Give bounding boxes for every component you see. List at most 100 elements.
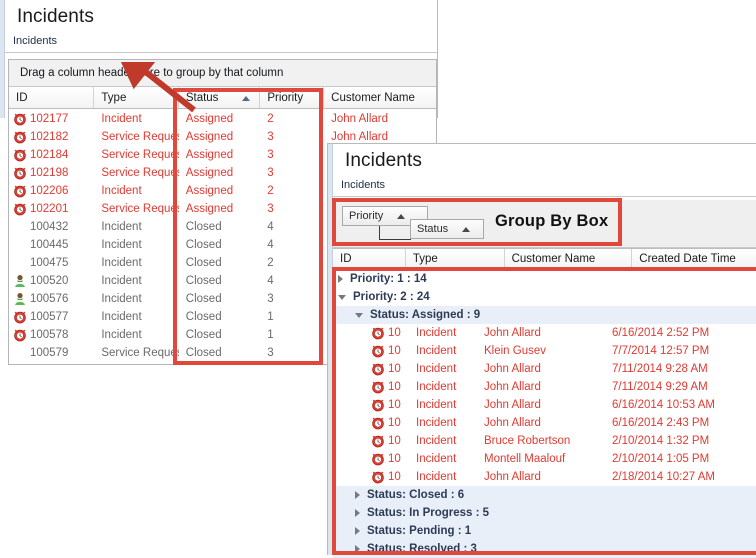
group-header-row[interactable]: Status: Assigned : 9: [333, 306, 756, 324]
cell-type: Incident: [409, 399, 477, 411]
cell-text: 2: [267, 257, 274, 269]
cell-text: 1: [267, 329, 274, 341]
cell-text: 3: [267, 347, 274, 359]
cell-customer: Klein Gusev: [477, 345, 605, 357]
chevron-right-icon[interactable]: [355, 545, 360, 553]
chevron-down-icon[interactable]: [338, 294, 346, 300]
table-row[interactable]: 10 Incident Bruce Robertson 2/10/2014 1:32 …: [333, 432, 756, 450]
no-icon: [13, 220, 27, 234]
clock-icon: [371, 452, 385, 466]
cell-text: Closed: [185, 221, 222, 233]
table-row[interactable]: 10 Incident John Allard 7/11/2014 9:28 AM: [333, 360, 756, 378]
column-header-type[interactable]: Type: [405, 249, 505, 269]
cell-status: Assigned: [179, 113, 260, 125]
chevron-right-icon[interactable]: [355, 527, 360, 535]
cell-text: Assigned: [185, 149, 234, 161]
cell-text: 2/10/2014 1:32 PM: [612, 435, 710, 447]
table-row[interactable]: 10 Incident John Allard 7/11/2014 9:29 AM: [333, 378, 756, 396]
column-header-id[interactable]: ID: [333, 249, 406, 269]
group-header-label: Status: Resolved : 3: [367, 543, 477, 555]
column-header-label: Status: [185, 91, 219, 104]
cell-text: 100579: [30, 347, 69, 359]
sort-ascending-icon[interactable]: [462, 226, 471, 232]
cell-text: Incident: [416, 471, 457, 483]
chevron-right-icon[interactable]: [355, 491, 360, 499]
sort-ascending-icon[interactable]: [242, 95, 251, 101]
column-header-customer-name[interactable]: Customer Name: [504, 249, 633, 269]
cell-priority: 2: [260, 185, 324, 197]
chevron-down-icon[interactable]: [355, 312, 363, 318]
sort-ascending-icon[interactable]: [397, 213, 406, 219]
cell-customer: John Allard: [324, 131, 436, 143]
column-header-customer-name[interactable]: Customer Name: [324, 87, 436, 108]
chevron-right-icon[interactable]: [338, 275, 343, 283]
column-header-priority[interactable]: Priority: [260, 87, 325, 108]
column-header-created-date-time[interactable]: Created Date Time: [632, 249, 756, 269]
cell-id: 10: [371, 434, 409, 448]
cell-id: 100445: [9, 238, 94, 252]
cell-status: Closed: [179, 311, 260, 323]
cell-customer: John Allard: [477, 327, 605, 339]
table-row[interactable]: 10 Incident John Allard 6/16/2014 2:52 PM: [333, 324, 756, 342]
table-row[interactable]: 10 Incident John Allard 6/16/2014 10:53 AM: [333, 396, 756, 414]
cell-text: Assigned: [185, 113, 234, 125]
cell-text: 2: [267, 185, 274, 197]
group-header-row[interactable]: Status: Resolved : 3: [333, 540, 756, 558]
group-by-drop-hint[interactable]: Drag a column header here to group by th…: [9, 60, 436, 87]
chevron-right-icon[interactable]: [355, 509, 360, 517]
cell-text: John Allard: [484, 327, 541, 339]
cell-type: Incident: [94, 239, 178, 251]
cell-priority: 3: [260, 347, 324, 359]
table-row[interactable]: 10 Incident Montell Maalouf 2/10/2014 1:05 …: [333, 450, 756, 468]
cell-customer: John Allard: [477, 381, 605, 393]
cell-status: Assigned: [179, 149, 260, 161]
cell-id: 100578: [9, 328, 94, 342]
clock-icon: [371, 398, 385, 412]
no-icon: [13, 346, 27, 360]
group-chip-status[interactable]: Status: [410, 219, 484, 239]
cell-priority: 3: [260, 131, 324, 143]
group-header-row[interactable]: Status: Pending : 1: [333, 522, 756, 540]
group-header-label: Priority: 1 : 14: [350, 273, 427, 285]
cell-text: 102184: [30, 149, 69, 161]
cell-text: Closed: [185, 329, 222, 341]
column-header-label: Priority: [267, 91, 304, 104]
cell-text: John Allard: [484, 471, 541, 483]
cell-text: 10: [388, 453, 401, 465]
cell-text: 3: [267, 203, 274, 215]
person-icon: [13, 274, 27, 288]
cell-text: Closed: [185, 347, 222, 359]
cell-text: 102206: [30, 185, 69, 197]
cell-text: Closed: [185, 311, 222, 323]
group-header-row[interactable]: Status: In Progress : 5: [333, 504, 756, 522]
cell-priority: 3: [260, 203, 324, 215]
cell-text: 4: [267, 221, 274, 233]
cell-customer: Bruce Robertson: [477, 435, 605, 447]
cell-id: 10: [371, 398, 409, 412]
cell-created: 7/7/2014 12:57 PM: [605, 345, 755, 357]
cell-status: Closed: [179, 329, 260, 341]
group-header-label: Status: Pending : 1: [367, 525, 472, 537]
cell-priority: 3: [260, 167, 324, 179]
cell-text: 7/7/2014 12:57 PM: [612, 345, 710, 357]
group-header-row[interactable]: Status: Closed : 6: [333, 486, 756, 504]
table-row[interactable]: 10 Incident John Allard 6/16/2014 2:43 PM: [333, 414, 756, 432]
cell-text: Montell Maalouf: [484, 453, 566, 465]
column-header-id[interactable]: ID: [9, 87, 95, 108]
cell-text: 10: [388, 435, 401, 447]
cell-text: 3: [267, 293, 274, 305]
cell-priority: 4: [260, 275, 324, 287]
column-header-status[interactable]: Status: [178, 87, 261, 108]
grid-header-row: ID Type Status Priority Customer Name: [9, 87, 436, 109]
group-header-row[interactable]: Priority: 2 : 24: [333, 288, 756, 306]
table-row[interactable]: 10 Incident John Allard 2/18/2014 10:27 AM: [333, 468, 756, 486]
cell-text: Incident: [101, 293, 142, 305]
cell-status: Closed: [179, 257, 260, 269]
table-row[interactable]: 102177 Incident Assigned 2 John Allard: [9, 110, 436, 128]
table-row[interactable]: 10 Incident Klein Gusev 7/7/2014 12:57 PM: [333, 342, 756, 360]
column-header-type[interactable]: Type: [94, 87, 179, 108]
group-by-box[interactable]: Priority Status Group By Box: [333, 200, 756, 248]
column-header-label: Customer Name: [331, 91, 415, 104]
cell-created: 2/10/2014 1:32 PM: [605, 435, 755, 447]
group-header-row[interactable]: Priority: 1 : 14: [333, 270, 756, 288]
